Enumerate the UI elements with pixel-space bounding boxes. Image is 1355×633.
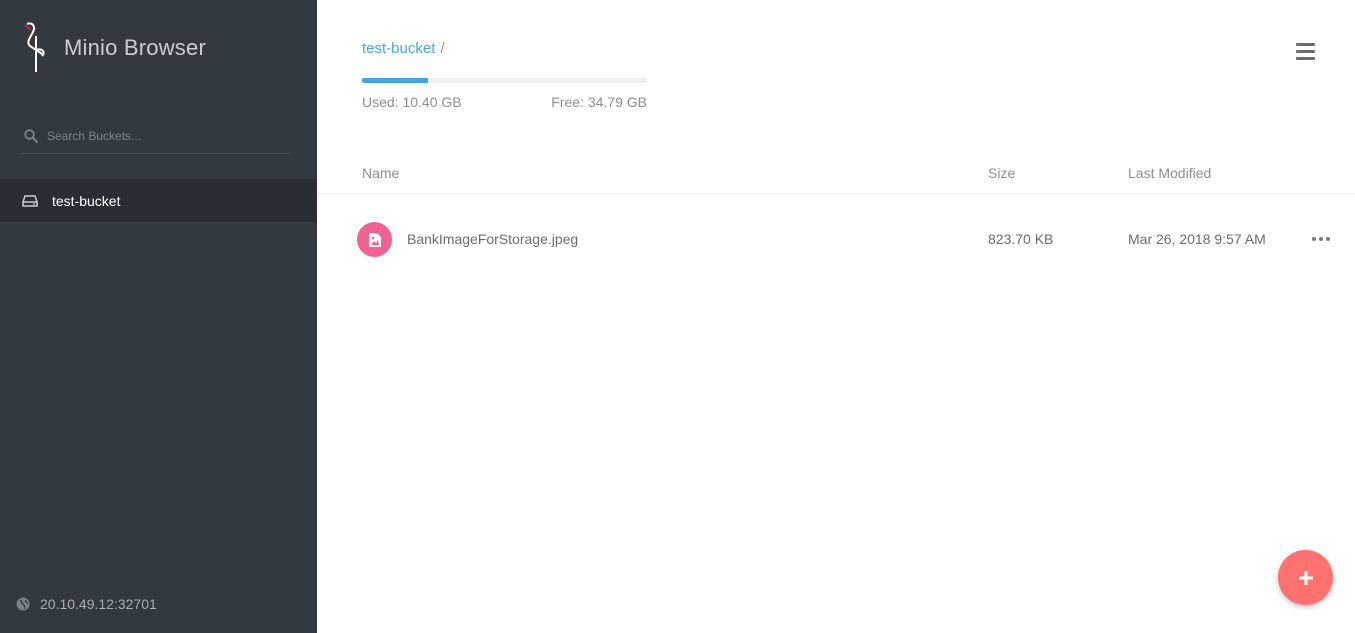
more-options-icon[interactable]	[1312, 235, 1330, 243]
search-icon	[24, 128, 38, 143]
file-last-modified: Mar 26, 2018 9:57 AM	[1128, 231, 1266, 247]
image-file-icon[interactable]	[357, 222, 392, 257]
search-buckets-input[interactable]	[47, 128, 277, 143]
free-space-label: Free: 34.79 GB	[551, 94, 647, 110]
breadcrumb-bucket-link[interactable]: test-bucket	[362, 40, 435, 57]
usage-progress-bar	[362, 78, 647, 83]
table-row[interactable]: BankImageForStorage.jpeg 823.70 KB Mar 2…	[317, 216, 1355, 262]
column-header-name[interactable]: Name	[362, 165, 399, 181]
menu-bar	[1296, 57, 1315, 60]
file-size: 823.70 KB	[988, 231, 1054, 247]
menu-bar	[1296, 43, 1315, 46]
column-header-last-modified[interactable]: Last Modified	[1128, 165, 1211, 181]
add-button[interactable]	[1278, 550, 1333, 605]
minio-logo-icon	[24, 22, 45, 72]
hamburger-menu-button[interactable]	[1296, 43, 1315, 60]
storage-usage: Used: 10.40 GB Free: 34.79 GB	[362, 78, 647, 110]
plus-icon	[1298, 570, 1313, 585]
host-address: 20.10.49.12:32701	[16, 596, 157, 612]
sidebar: Minio Browser test-bucket 20.10.49.12:32…	[0, 0, 317, 633]
bucket-search	[22, 118, 291, 154]
file-table-header: Name Size Last Modified	[317, 150, 1355, 194]
host-address-text: 20.10.49.12:32701	[40, 596, 157, 612]
menu-bar	[1296, 50, 1315, 53]
file-name[interactable]: BankImageForStorage.jpeg	[407, 231, 578, 247]
column-header-size[interactable]: Size	[988, 165, 1015, 181]
used-space-label: Used: 10.40 GB	[362, 94, 462, 110]
usage-progress-fill	[362, 78, 428, 83]
hard-drive-icon	[22, 194, 38, 207]
breadcrumb: test-bucket /	[362, 40, 445, 57]
sidebar-item-test-bucket[interactable]: test-bucket	[0, 179, 317, 222]
app-logo: Minio Browser	[22, 20, 206, 74]
app-title: Minio Browser	[64, 35, 206, 60]
globe-icon	[16, 597, 30, 611]
sidebar-item-label: test-bucket	[52, 192, 121, 209]
breadcrumb-separator: /	[440, 40, 445, 57]
